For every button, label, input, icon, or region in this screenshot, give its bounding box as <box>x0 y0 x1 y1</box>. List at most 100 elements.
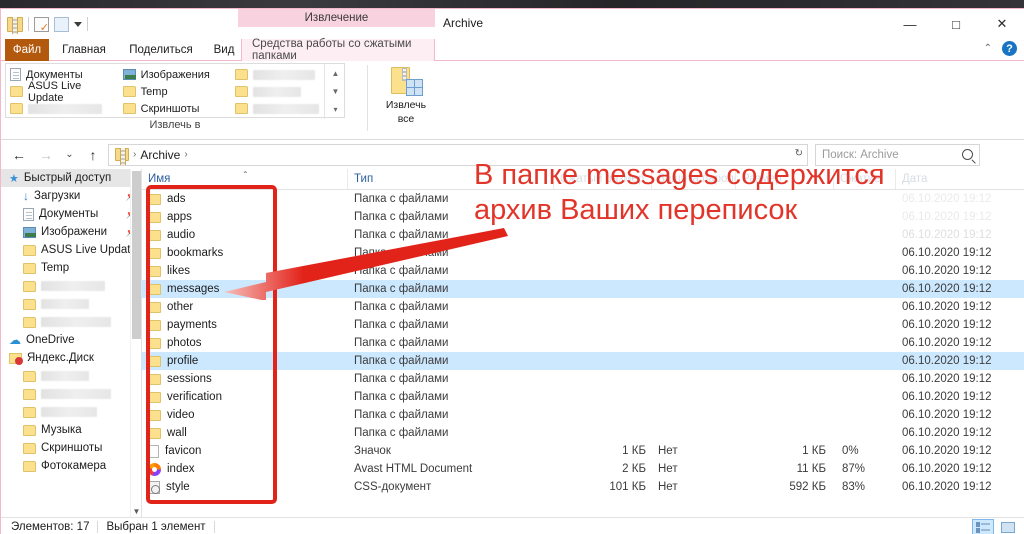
table-row[interactable]: profile Папка с файлами 06.10.2020 19:12 <box>142 352 1024 370</box>
sidebar-item[interactable]: Музыка <box>1 421 141 439</box>
sidebar-item[interactable]: Изображени📌 <box>1 223 141 241</box>
sidebar-item[interactable]: Фотокамера <box>1 457 141 475</box>
destination-label: Temp <box>140 85 168 98</box>
properties-icon[interactable] <box>34 16 49 34</box>
table-row[interactable]: other Папка с файлами 06.10.2020 19:12 <box>142 298 1024 316</box>
destination-gallery-scrollbar[interactable]: ▲ ▼ ▾ <box>324 64 346 119</box>
nav-scroll-thumb[interactable] <box>132 171 141 339</box>
sidebar-item-label: Быстрый доступ <box>23 172 112 184</box>
tab-share[interactable]: Поделиться <box>119 39 203 61</box>
scroll-down-icon[interactable]: ▼ <box>332 87 340 96</box>
sidebar-item[interactable]: Яндекс.Диск <box>1 349 141 367</box>
destination-item[interactable]: ASUS Live Update <box>8 80 119 104</box>
tab-home[interactable]: Главная <box>53 39 115 61</box>
maximize-button[interactable]: □ <box>933 9 979 39</box>
folder-icon <box>148 373 161 385</box>
sidebar-item[interactable] <box>1 277 141 295</box>
cell-name: favicon <box>148 442 201 460</box>
breadcrumb-separator[interactable]: › <box>133 149 136 160</box>
breadcrumb-item-archive[interactable]: Archive <box>140 148 180 162</box>
destination-item[interactable]: Скриншоты <box>121 100 232 117</box>
folder-icon <box>148 337 161 349</box>
cell-compression-ratio <box>842 370 884 388</box>
sidebar-item[interactable] <box>1 313 141 331</box>
folder-icon <box>122 86 136 97</box>
table-row[interactable]: index Avast HTML Document 2 КБ Нет 11 КБ 87% 0… <box>142 460 1024 478</box>
recent-locations-button[interactable]: ⌄ <box>61 143 78 167</box>
details-view-icon[interactable] <box>972 519 994 534</box>
sidebar-item[interactable] <box>1 295 141 313</box>
up-button[interactable]: ↑ <box>81 143 105 167</box>
scroll-up-icon[interactable]: ▲ <box>332 69 340 78</box>
refresh-icon[interactable]: ↻ <box>795 148 803 159</box>
folder-icon <box>23 424 36 436</box>
customize-caret-icon[interactable] <box>74 21 82 27</box>
destination-item[interactable]: Temp <box>121 83 232 100</box>
breadcrumb-separator-2[interactable]: › <box>184 149 187 160</box>
file-name-label: payments <box>167 319 217 331</box>
sidebar-item[interactable]: ☁ OneDrive <box>1 331 141 349</box>
nav-scroll-down-icon[interactable]: ▼ <box>131 505 141 517</box>
help-icon[interactable]: ? <box>1002 41 1017 56</box>
file-name-label: verification <box>167 391 222 403</box>
pictures-icon <box>122 69 136 80</box>
cell-compressed-size: 2 КБ <box>622 463 646 475</box>
sidebar-item[interactable] <box>1 367 141 385</box>
folder-icon <box>148 319 161 331</box>
cell-type: Папка с файлами <box>354 337 449 349</box>
tab-compressed-folder-tools[interactable]: Средства работы со сжатыми папками <box>241 38 435 62</box>
sidebar-item[interactable] <box>1 385 141 403</box>
onedrive-cloud-icon: ☁ <box>9 333 21 347</box>
cell-type: Папка с файлами <box>354 193 449 205</box>
quick-access-toolbar[interactable] <box>7 13 88 35</box>
tab-view[interactable]: Вид <box>207 39 241 61</box>
address-bar-controls: ↻ <box>795 148 803 159</box>
cell-size <box>742 388 826 406</box>
extract-all-button[interactable]: Извлечь все <box>377 63 435 135</box>
ribbon-body: Документы ASUS Live Update Изображения T… <box>1 61 1024 140</box>
window-controls: — □ ✕ <box>887 9 1024 39</box>
file-name-label: likes <box>167 265 191 277</box>
table-row[interactable]: wall Папка с файлами 06.10.2020 19:12 <box>142 424 1024 442</box>
cell-name: ads <box>148 190 186 208</box>
sidebar-item[interactable]: Документы📌 <box>1 205 141 223</box>
scroll-more-icon[interactable]: ▾ <box>333 105 337 114</box>
new-folder-icon[interactable] <box>54 16 69 32</box>
cell-compressed-size <box>562 316 646 334</box>
folder-icon <box>10 86 23 97</box>
collapse-ribbon-icon[interactable]: ⌃ <box>984 43 992 54</box>
navigation-pane: ★Быстрый доступ↓Загрузки📌Документы📌Изобр… <box>1 169 141 517</box>
tab-file[interactable]: Файл <box>5 39 49 61</box>
sidebar-item[interactable]: ↓Загрузки📌 <box>1 187 141 205</box>
folder-icon <box>23 244 36 256</box>
folder-icon <box>23 460 36 472</box>
destination-item[interactable]: Изображения <box>121 66 232 83</box>
back-button[interactable]: ← <box>7 143 31 167</box>
zip-folder-icon[interactable] <box>7 16 23 34</box>
document-icon <box>23 207 34 221</box>
extract-destination-gallery[interactable]: Документы ASUS Live Update Изображения T… <box>5 63 346 119</box>
table-row[interactable]: video Папка с файлами 06.10.2020 19:12 <box>142 406 1024 424</box>
navigation-scrollbar[interactable]: ▲ ▼ <box>130 169 141 517</box>
zip-folder-icon <box>115 148 129 165</box>
cell-name: sessions <box>148 370 212 388</box>
large-icons-view-icon[interactable] <box>997 519 1019 534</box>
sidebar-item[interactable]: Скриншоты <box>1 439 141 457</box>
sidebar-item[interactable]: ★ Быстрый доступ <box>1 169 141 187</box>
cell-size <box>742 316 826 334</box>
table-row[interactable]: sessions Папка с файлами 06.10.2020 19:12 <box>142 370 1024 388</box>
forward-button[interactable]: → <box>34 143 58 167</box>
table-row[interactable]: payments Папка с файлами 06.10.2020 19:12 <box>142 316 1024 334</box>
sidebar-item[interactable]: Temp <box>1 259 141 277</box>
cell-type: Папка с файлами <box>354 211 449 223</box>
table-row[interactable]: photos Папка с файлами 06.10.2020 19:12 <box>142 334 1024 352</box>
file-name-label: wall <box>167 427 187 439</box>
table-row[interactable]: verification Папка с файлами 06.10.2020 19… <box>142 388 1024 406</box>
sidebar-item[interactable] <box>1 403 141 421</box>
close-button[interactable]: ✕ <box>979 9 1024 39</box>
contextual-tab-banner: Извлечение <box>238 9 435 27</box>
table-row[interactable]: favicon Значок 1 КБ Нет 1 КБ 0% 06.10.2020 19:… <box>142 442 1024 460</box>
table-row[interactable]: style CSS-документ 101 КБ Нет 592 КБ 83% 06.10… <box>142 478 1024 496</box>
minimize-button[interactable]: — <box>887 9 933 39</box>
sidebar-item[interactable]: ASUS Live Updat <box>1 241 141 259</box>
